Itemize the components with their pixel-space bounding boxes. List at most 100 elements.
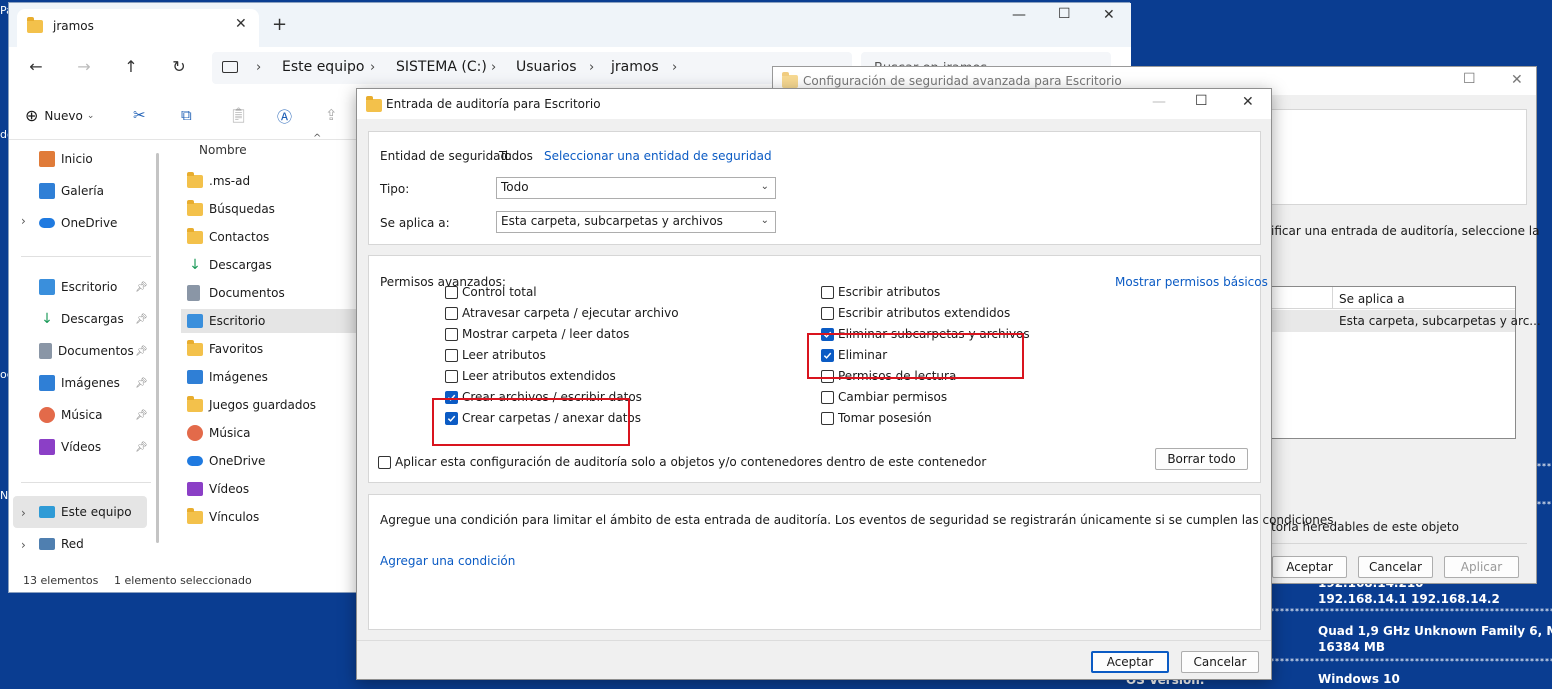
maximize-icon[interactable]: ☐ bbox=[1195, 93, 1208, 109]
sidebar-item-imagenes[interactable]: Imágenes bbox=[39, 370, 120, 396]
clear-all-button[interactable]: Borrar todo bbox=[1155, 448, 1248, 470]
applies-select[interactable]: Esta carpeta, subcarpetas y archivos ⌄ bbox=[496, 211, 776, 233]
breadcrumb-item[interactable]: jramos bbox=[611, 59, 659, 75]
checkbox[interactable] bbox=[821, 390, 834, 404]
minimize-icon[interactable]: — bbox=[1152, 94, 1166, 110]
security-ok-button[interactable]: Aceptar bbox=[1272, 556, 1347, 578]
pin-icon[interactable]: 📌︎ bbox=[135, 314, 148, 325]
type-select[interactable]: Todo ⌄ bbox=[496, 177, 776, 199]
column-header-applies[interactable]: Se aplica a bbox=[1339, 292, 1405, 306]
share-icon[interactable]: ⇪ bbox=[325, 106, 338, 124]
close-tab-icon[interactable]: ✕ bbox=[235, 16, 247, 32]
permission-checkbox-row[interactable]: Cambiar permisos bbox=[821, 387, 947, 407]
list-item[interactable]: Favoritos bbox=[187, 336, 263, 362]
list-item[interactable]: Música bbox=[187, 420, 251, 446]
sidebar-item-onedrive[interactable]: OneDrive bbox=[39, 210, 117, 236]
list-item[interactable]: .ms-ad bbox=[187, 168, 250, 194]
cancel-button[interactable]: Cancelar bbox=[1181, 651, 1259, 673]
apply-only-checkbox[interactable]: Aplicar esta configuración de auditoría … bbox=[378, 452, 986, 472]
sidebar-item-galeria[interactable]: Galería bbox=[39, 178, 104, 204]
permission-checkbox-row[interactable]: Escribir atributos bbox=[821, 282, 940, 302]
checkbox[interactable] bbox=[445, 285, 458, 299]
list-item[interactable]: OneDrive bbox=[187, 448, 265, 474]
sidebar-scrollbar[interactable] bbox=[156, 153, 159, 543]
security-apply-button[interactable]: Aplicar bbox=[1444, 556, 1519, 578]
breadcrumb-item[interactable]: Usuarios bbox=[516, 59, 577, 75]
breadcrumb[interactable]: › Este equipo › SISTEMA (C:) › Usuarios … bbox=[212, 52, 852, 84]
new-button[interactable]: ⊕ Nuevo ⌄ bbox=[25, 106, 94, 125]
checkbox[interactable] bbox=[821, 285, 834, 299]
column-header-name[interactable]: Nombre bbox=[199, 143, 247, 157]
permission-checkbox-row[interactable]: Control total bbox=[445, 282, 537, 302]
breadcrumb-item[interactable]: Este equipo bbox=[282, 59, 364, 75]
list-item[interactable]: ↓ Descargas bbox=[187, 252, 272, 278]
sidebar-item-descargas[interactable]: ↓ Descargas bbox=[39, 306, 124, 332]
folder-icon bbox=[187, 507, 203, 524]
refresh-icon[interactable]: ↻ bbox=[169, 57, 189, 76]
close-icon[interactable]: ✕ bbox=[1103, 7, 1115, 23]
file-name: .ms-ad bbox=[209, 174, 251, 188]
chevron-right-icon: › bbox=[256, 60, 262, 75]
sidebar-item-label: Documentos bbox=[58, 344, 134, 358]
list-item[interactable]: Imágenes bbox=[187, 364, 268, 390]
up-arrow-icon[interactable]: ↑ bbox=[121, 57, 141, 76]
checkbox[interactable] bbox=[445, 306, 458, 320]
permission-checkbox-row[interactable]: Atravesar carpeta / ejecutar archivo bbox=[445, 303, 679, 323]
ok-button[interactable]: Aceptar bbox=[1091, 651, 1169, 673]
explorer-tab[interactable]: jramos ✕ bbox=[17, 9, 259, 47]
select-principal-link[interactable]: Seleccionar una entidad de seguridad bbox=[544, 149, 772, 163]
pin-icon[interactable]: 📌︎ bbox=[135, 410, 148, 421]
sidebar-item-escritorio[interactable]: Escritorio bbox=[39, 274, 117, 300]
breadcrumb-item[interactable]: SISTEMA (C:) bbox=[396, 59, 487, 75]
sidebar-item-videos[interactable]: Vídeos bbox=[39, 434, 101, 460]
checkbox[interactable] bbox=[821, 411, 834, 425]
list-item[interactable]: Juegos guardados bbox=[187, 392, 316, 418]
permission-checkbox-row[interactable]: Leer atributos bbox=[445, 345, 546, 365]
chevron-right-icon[interactable]: › bbox=[21, 538, 26, 552]
maximize-icon[interactable]: ☐ bbox=[1058, 6, 1071, 22]
permission-checkbox-row[interactable]: Mostrar carpeta / leer datos bbox=[445, 324, 629, 344]
chevron-right-icon[interactable]: › bbox=[21, 506, 26, 520]
folder-icon bbox=[187, 339, 203, 356]
chevron-right-icon[interactable]: › bbox=[21, 214, 26, 228]
list-item[interactable]: Vídeos bbox=[187, 476, 249, 502]
pin-icon[interactable]: 📌︎ bbox=[135, 346, 148, 357]
paste-icon[interactable]: 📋︎ bbox=[229, 106, 248, 124]
checkbox[interactable] bbox=[445, 327, 458, 341]
checkbox[interactable] bbox=[378, 455, 391, 469]
forward-arrow-icon[interactable]: → bbox=[74, 57, 94, 76]
pin-icon[interactable]: 📌︎ bbox=[135, 442, 148, 453]
close-icon[interactable]: ✕ bbox=[1242, 94, 1254, 110]
copy-icon[interactable]: ⧉ bbox=[181, 106, 192, 124]
pin-icon[interactable]: 📌︎ bbox=[135, 282, 148, 293]
sidebar-item-documentos[interactable]: Documentos bbox=[39, 338, 134, 364]
permission-checkbox-row[interactable]: Tomar posesión bbox=[821, 408, 932, 428]
highlight-box bbox=[807, 333, 1024, 379]
list-item[interactable]: Búsquedas bbox=[187, 196, 275, 222]
back-arrow-icon[interactable]: ← bbox=[26, 57, 46, 76]
sidebar-item-este-equipo[interactable]: Este equipo bbox=[39, 499, 132, 525]
divider bbox=[1263, 543, 1527, 553]
security-cancel-button[interactable]: Cancelar bbox=[1358, 556, 1433, 578]
checkbox[interactable] bbox=[821, 306, 834, 320]
permission-checkbox-row[interactable]: Leer atributos extendidos bbox=[445, 366, 616, 386]
sidebar-item-inicio[interactable]: Inicio bbox=[39, 146, 93, 172]
list-item[interactable]: Contactos bbox=[187, 224, 269, 250]
rename-icon[interactable]: Ⓐ bbox=[277, 106, 292, 127]
cut-icon[interactable]: ✂ bbox=[133, 106, 146, 124]
list-item[interactable]: Escritorio bbox=[187, 308, 265, 334]
show-basic-permissions-link[interactable]: Mostrar permisos básicos bbox=[1115, 275, 1268, 289]
add-condition-link[interactable]: Agregar una condición bbox=[380, 554, 515, 568]
sidebar-item-musica[interactable]: Música bbox=[39, 402, 103, 428]
close-icon[interactable]: ✕ bbox=[1511, 72, 1523, 88]
permission-checkbox-row[interactable]: Escribir atributos extendidos bbox=[821, 303, 1010, 323]
maximize-icon[interactable]: ☐ bbox=[1463, 71, 1476, 87]
pin-icon[interactable]: 📌︎ bbox=[135, 378, 148, 389]
sidebar-item-red[interactable]: Red bbox=[39, 531, 84, 557]
minimize-icon[interactable]: — bbox=[1012, 7, 1026, 23]
list-item[interactable]: Documentos bbox=[187, 280, 285, 306]
list-item[interactable]: Vínculos bbox=[187, 504, 259, 530]
checkbox[interactable] bbox=[445, 348, 458, 362]
new-tab-button[interactable]: + bbox=[272, 14, 287, 35]
checkbox[interactable] bbox=[445, 369, 458, 383]
